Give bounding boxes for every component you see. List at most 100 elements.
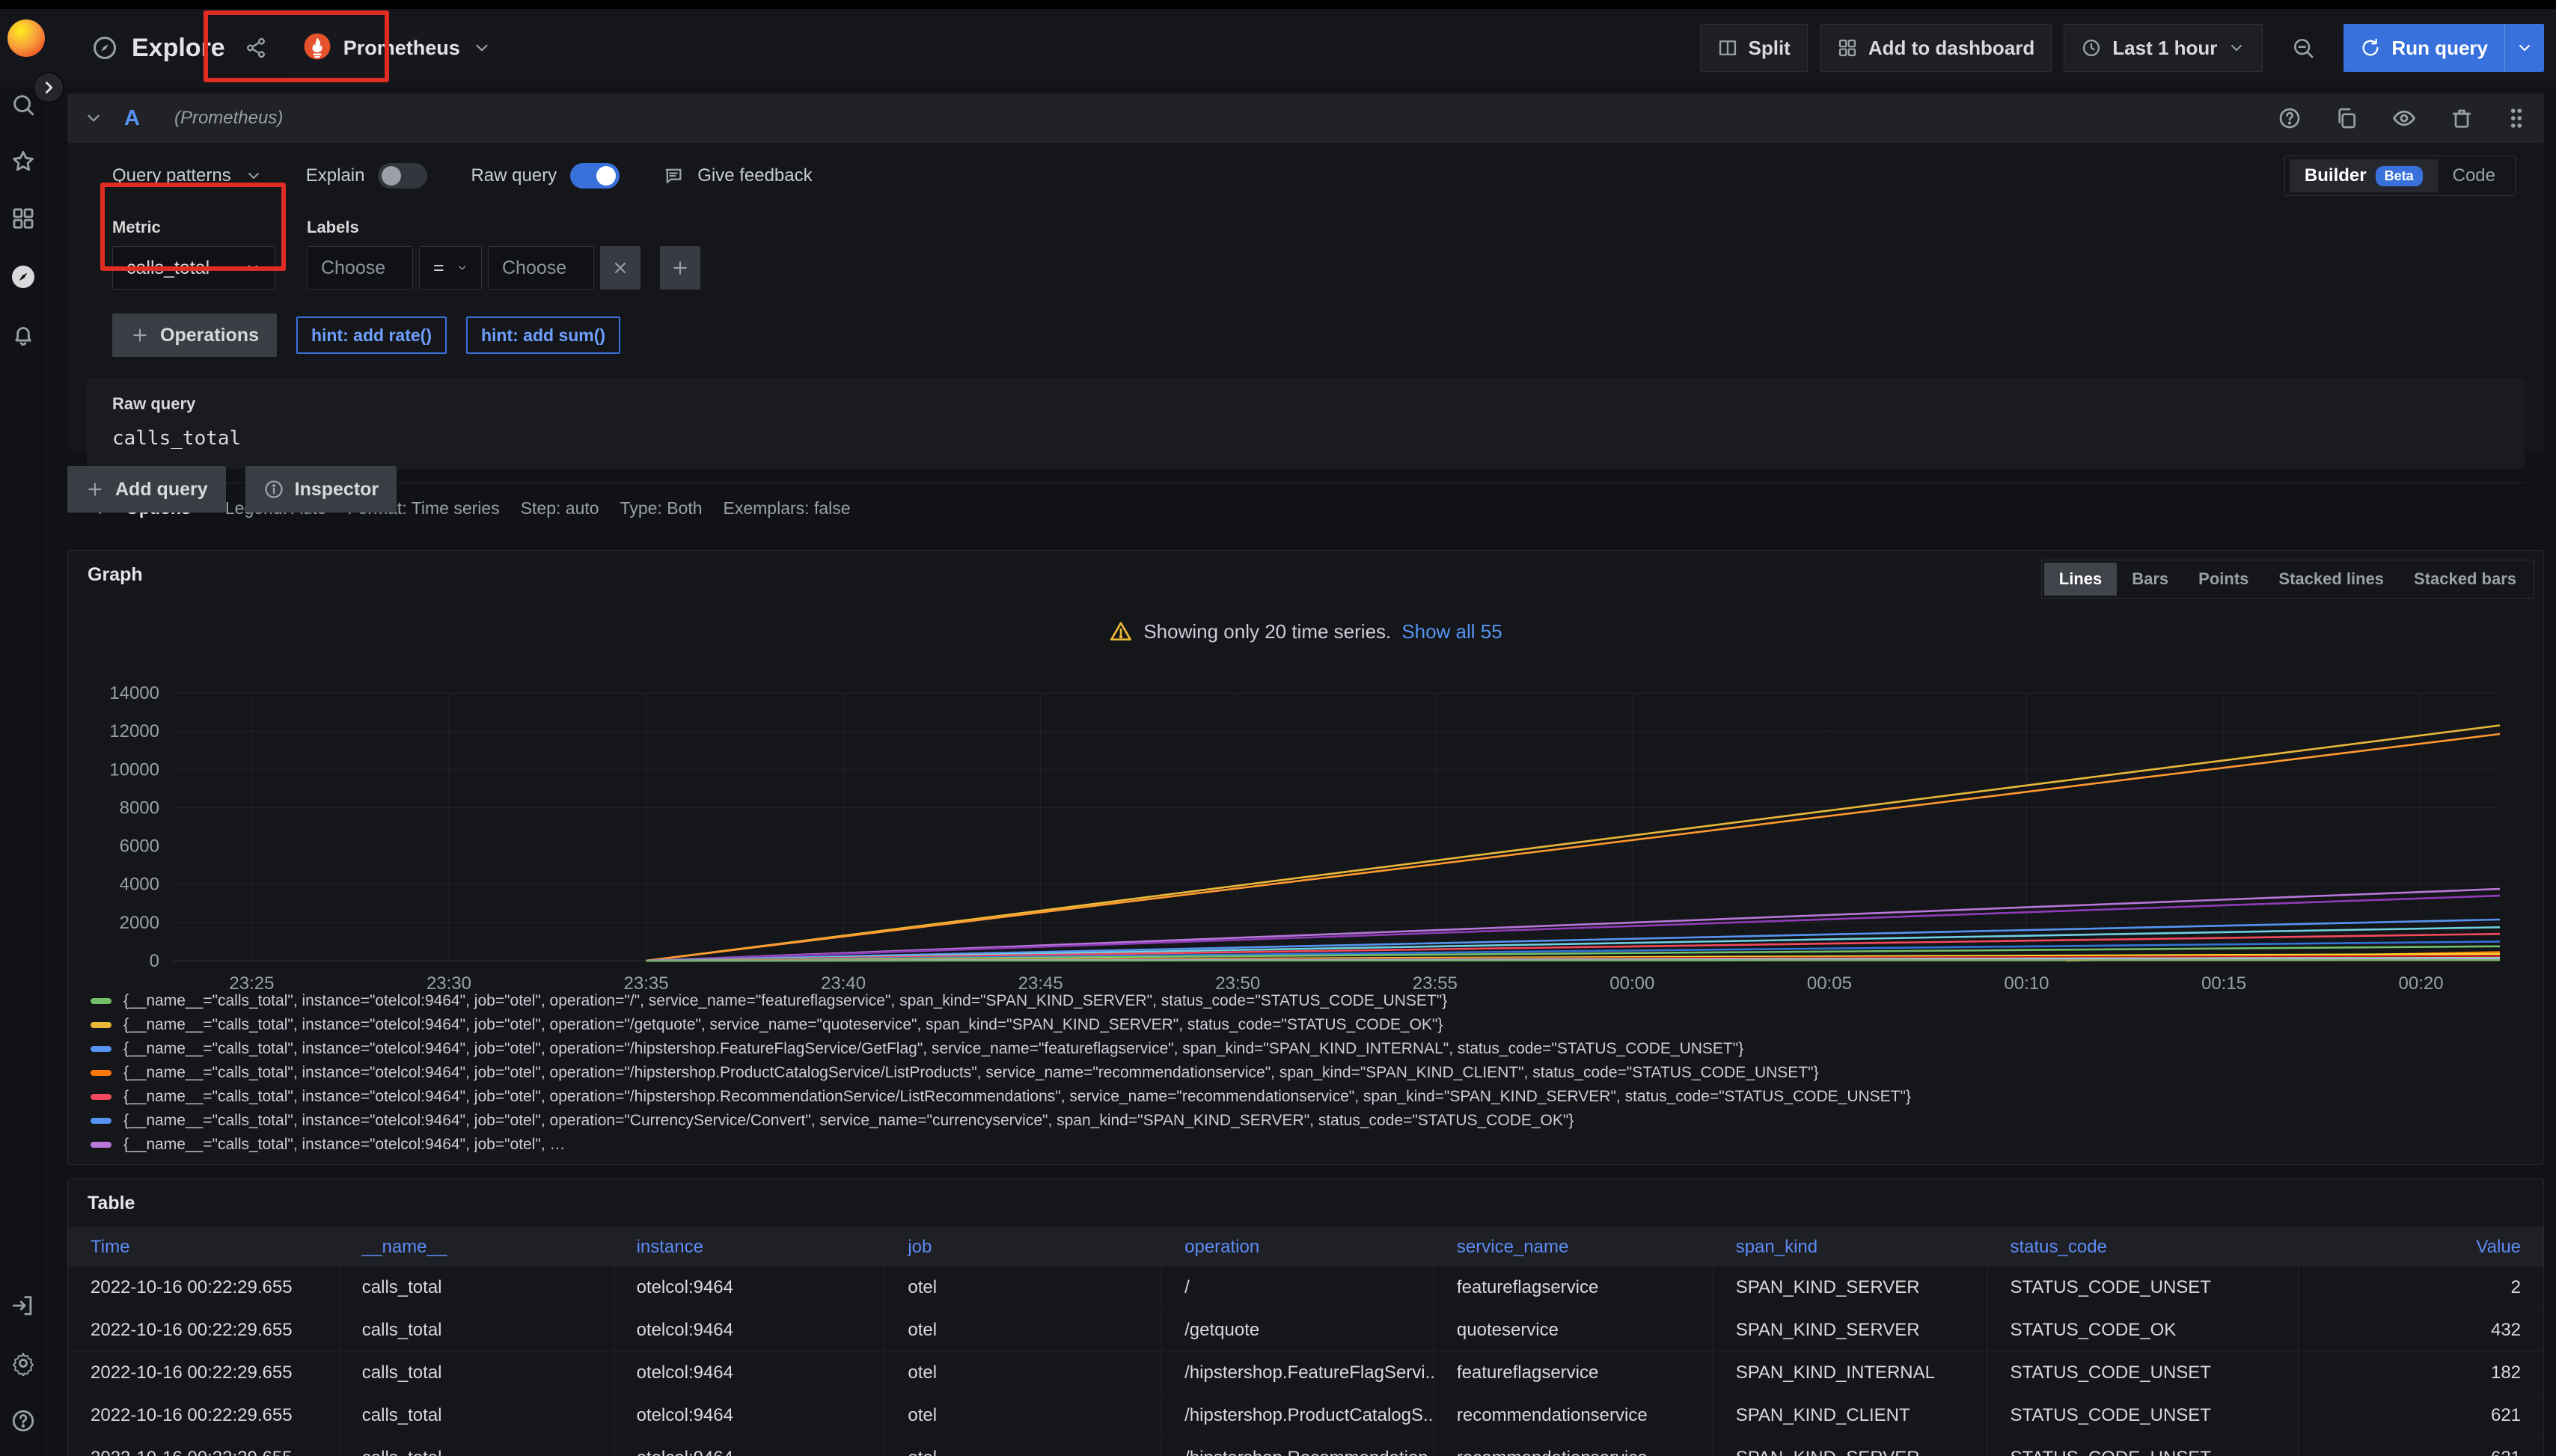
table-cell: featureflagservice <box>1434 1352 1713 1394</box>
legend-label: {__name__="calls_total", instance="otelc… <box>123 1040 1743 1058</box>
column-header-Time[interactable]: Time <box>68 1227 340 1267</box>
column-header-name[interactable]: __name__ <box>340 1227 614 1267</box>
label-key-placeholder: Choose <box>321 257 385 279</box>
explore-toolbar: Explore Prometheus Split Add to dashboar… <box>0 9 2556 87</box>
give-feedback-label: Give feedback <box>697 165 812 186</box>
table-cell: otelcol:9464 <box>614 1352 886 1394</box>
graph-panel: Graph LinesBarsPointsStacked linesStacke… <box>67 550 2544 1165</box>
metric-field: Metric calls_total <box>112 218 275 290</box>
legend-item[interactable]: {__name__="calls_total", instance="otelc… <box>91 1061 2528 1085</box>
add-to-dashboard-label: Add to dashboard <box>1868 37 2034 60</box>
column-header-statuscode[interactable]: status_code <box>1987 1227 2299 1267</box>
time-series-chart[interactable]: 0200040006000800010000120001400023:2523:… <box>68 551 2543 1000</box>
label-key-select[interactable]: Choose <box>307 246 413 290</box>
add-query-button[interactable]: Add query <box>67 466 226 513</box>
operations-row: Operations hint: add rate() hint: add sum… <box>67 313 2544 357</box>
table-cell: otelcol:9464 <box>614 1309 886 1351</box>
sidebar-item-explore[interactable] <box>7 260 40 293</box>
sidebar-item-help[interactable] <box>7 1404 40 1437</box>
query-toggle-visibility-button[interactable] <box>2391 105 2417 131</box>
trash-icon <box>2450 106 2474 130</box>
add-operation-button[interactable]: Operations <box>112 313 277 357</box>
sidebar-item-alerting[interactable] <box>7 319 40 352</box>
datasource-picker[interactable]: Prometheus <box>290 23 505 73</box>
grafana-logo[interactable] <box>7 19 45 57</box>
metric-select[interactable]: calls_total <box>112 246 275 290</box>
sidebar-item-settings[interactable] <box>7 1347 40 1380</box>
query-hint-button[interactable]: hint: add sum() <box>466 316 620 354</box>
give-feedback-link[interactable]: Give feedback <box>663 165 812 186</box>
legend-label: {__name__="calls_total", instance="otelc… <box>123 1064 1819 1082</box>
chevron-down-icon <box>2516 39 2534 57</box>
label-operator-select[interactable]: = <box>419 246 482 290</box>
query-duplicate-button[interactable] <box>2335 106 2358 130</box>
table-cell: otel <box>885 1395 1162 1437</box>
table-row[interactable]: 2022-10-16 00:22:29.655calls_totalotelco… <box>68 1309 2543 1352</box>
query-help-button[interactable] <box>2278 106 2302 130</box>
run-query-button[interactable]: Run query <box>2343 24 2544 72</box>
add-label-filter-button[interactable] <box>660 246 700 290</box>
legend-item[interactable]: {__name__="calls_total", instance="otelc… <box>91 1085 2528 1109</box>
time-range-picker[interactable]: Last 1 hour <box>2064 24 2263 72</box>
sidebar-item-dashboards[interactable] <box>7 202 40 235</box>
table-row[interactable]: 2022-10-16 00:22:29.655calls_totalotelco… <box>68 1437 2543 1456</box>
table-cell: 2022-10-16 00:22:29.655 <box>68 1352 340 1394</box>
query-row-header[interactable]: A (Prometheus) <box>67 94 2544 143</box>
add-to-dashboard-button[interactable]: Add to dashboard <box>1820 24 2052 72</box>
legend-color-swatch <box>91 1094 111 1100</box>
plus-icon <box>670 258 690 278</box>
options-summary-item: Exemplars: false <box>724 498 851 519</box>
inspector-label: Inspector <box>295 479 379 501</box>
compass-icon <box>91 34 118 61</box>
table-cell: 2 <box>2299 1267 2543 1309</box>
label-value-select[interactable]: Choose <box>488 246 594 290</box>
column-header-spankind[interactable]: span_kind <box>1713 1227 1988 1267</box>
table-row[interactable]: 2022-10-16 00:22:29.655calls_totalotelco… <box>68 1395 2543 1437</box>
legend-item[interactable]: {__name__="calls_total", instance="otelc… <box>91 1037 2528 1061</box>
split-button[interactable]: Split <box>1700 24 1808 72</box>
legend-item[interactable]: {__name__="calls_total", instance="otelc… <box>91 989 2528 1013</box>
remove-label-filter-button[interactable] <box>600 246 640 290</box>
column-header-servicename[interactable]: service_name <box>1434 1227 1713 1267</box>
builder-mode-button[interactable]: Builder Beta <box>2290 159 2438 192</box>
chevron-down-icon <box>578 260 580 275</box>
share-alt-icon[interactable] <box>245 37 267 59</box>
explain-toggle[interactable] <box>378 163 427 189</box>
zoom-out-button[interactable] <box>2275 24 2332 72</box>
builder-label: Builder <box>2305 165 2367 186</box>
table-cell: recommendationservice <box>1434 1395 1713 1437</box>
table-row[interactable]: 2022-10-16 00:22:29.655calls_totalotelco… <box>68 1267 2543 1309</box>
code-label: Code <box>2453 165 2495 186</box>
query-options-row[interactable]: Options Legend: AutoFormat: Time seriesS… <box>87 483 2525 519</box>
star-icon <box>10 149 36 174</box>
query-actions: Add query Inspector <box>67 466 397 513</box>
column-header-job[interactable]: job <box>885 1227 1162 1267</box>
raw-query-toggle[interactable] <box>570 163 620 189</box>
run-query-dropdown[interactable] <box>2504 24 2544 72</box>
legend-item[interactable]: {__name__="calls_total", instance="otelc… <box>91 1133 2528 1152</box>
legend-label: {__name__="calls_total", instance="otelc… <box>123 1136 566 1152</box>
table-row[interactable]: 2022-10-16 00:22:29.655calls_totalotelco… <box>68 1352 2543 1395</box>
plus-icon <box>85 480 105 499</box>
axis-tick-label: 4000 <box>120 875 159 895</box>
query-patterns-dropdown[interactable]: Query patterns <box>112 165 263 186</box>
column-header-instance[interactable]: instance <box>614 1227 886 1267</box>
sidebar-item-sign-in[interactable] <box>7 1289 40 1322</box>
help-icon <box>10 1408 36 1434</box>
legend-item[interactable]: {__name__="calls_total", instance="otelc… <box>91 1109 2528 1133</box>
code-mode-button[interactable]: Code <box>2438 159 2510 192</box>
label-value-placeholder: Choose <box>502 257 566 279</box>
sidebar-item-starred[interactable] <box>7 145 40 178</box>
legend-label: {__name__="calls_total", instance="otelc… <box>123 992 1447 1010</box>
inspector-button[interactable]: Inspector <box>245 466 397 513</box>
query-remove-button[interactable] <box>2450 106 2474 130</box>
column-header-Value[interactable]: Value <box>2299 1227 2543 1267</box>
legend-color-swatch <box>91 998 111 1004</box>
query-hint-button[interactable]: hint: add rate() <box>296 316 447 354</box>
query-drag-handle[interactable] <box>2507 105 2526 131</box>
legend-item[interactable]: {__name__="calls_total", instance="otelc… <box>91 1013 2528 1037</box>
column-header-operation[interactable]: operation <box>1162 1227 1434 1267</box>
sidebar-expand-button[interactable] <box>33 72 64 103</box>
table-cell: 182 <box>2299 1352 2543 1394</box>
table-cell: STATUS_CODE_UNSET <box>1987 1395 2299 1437</box>
